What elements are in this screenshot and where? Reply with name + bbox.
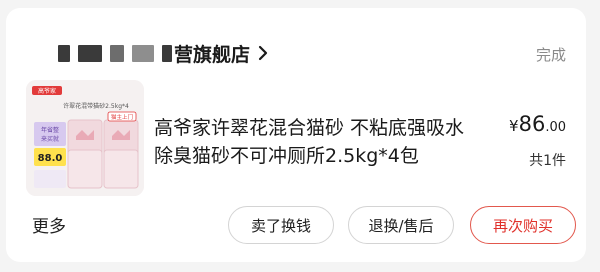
price-currency: ¥ xyxy=(509,117,519,135)
redacted-block xyxy=(78,44,102,62)
refund-button[interactable]: 退换/售后 xyxy=(348,206,454,244)
thumb-promo-line1: 年省整 xyxy=(41,126,59,134)
sell-button[interactable]: 卖了换钱 xyxy=(228,206,334,244)
shop-link[interactable]: 营旗舰店 xyxy=(58,38,272,68)
product-image: 高爷家 许翠花混带猫砂2.5kg*4 猫主上门 年省整 来买就 88.0 xyxy=(26,80,144,196)
order-status: 完成 xyxy=(535,46,566,64)
price-integer: 86 xyxy=(518,112,546,136)
product-title[interactable]: 高爷家许翠花混合猫砂 不粘底强吸水除臭猫砂不可冲厕所2.5kg*4包 xyxy=(154,114,474,170)
chevron-right-icon xyxy=(258,45,268,61)
thumb-banner: 许翠花混带猫砂2.5kg*4 xyxy=(63,102,129,110)
redacted-block xyxy=(58,44,70,62)
order-card: 营旗舰店 完成 高爷家 许翠花混带猫砂2.5kg*4 猫主上门 年省整 来买就 … xyxy=(6,8,586,262)
redacted-block xyxy=(132,44,154,62)
thumb-badge: 猫主上门 xyxy=(111,113,133,121)
rebuy-button[interactable]: 再次购买 xyxy=(470,206,576,244)
product-quantity: 共1件 xyxy=(529,153,566,169)
price-decimal: .00 xyxy=(545,120,566,135)
redacted-block xyxy=(162,44,172,62)
product-thumbnail[interactable]: 高爷家 许翠花混带猫砂2.5kg*4 猫主上门 年省整 来买就 88.0 xyxy=(26,80,144,196)
more-button[interactable]: 更多 xyxy=(32,212,66,237)
redacted-block xyxy=(110,44,124,62)
thumb-promo-line2: 来买就 xyxy=(41,135,59,143)
shop-name: 营旗舰店 xyxy=(174,43,251,66)
thumb-promo-price: 88.0 xyxy=(38,153,63,164)
product-price: ¥86.00 xyxy=(509,112,566,136)
thumb-brand-tag: 高爷家 xyxy=(38,87,56,95)
